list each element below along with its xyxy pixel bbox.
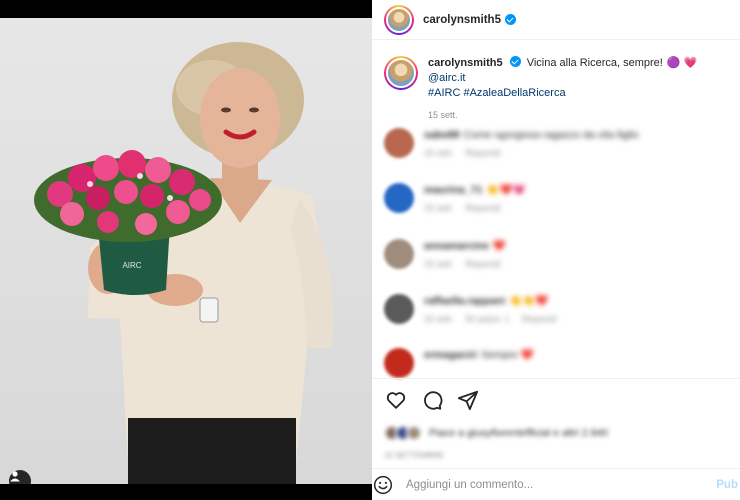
- comment-time: 15 sett.: [424, 203, 454, 213]
- post-photo: AIRC: [34, 42, 334, 484]
- actions-divider: [372, 378, 740, 379]
- comment-avatar[interactable]: [384, 239, 414, 269]
- caption-verified-badge-icon: [509, 56, 521, 67]
- comment-item: ermagaciri Sempre ❤️: [384, 348, 734, 378]
- comment-likes[interactable]: 50 piace: 1: [466, 314, 510, 324]
- comment-item: maurina_71 👏❤️💗 15 sett. Rispondi: [384, 183, 734, 213]
- caption-username[interactable]: carolynsmith5: [428, 57, 503, 69]
- top-letterbox: [0, 0, 372, 18]
- post-side-panel: carolynsmith5 carolynsmith5 Vicina alla …: [372, 0, 740, 500]
- comment-reply-button[interactable]: Rispondi: [466, 148, 501, 158]
- azalea-flowers: [34, 150, 222, 242]
- comment-avatar[interactable]: [384, 294, 414, 324]
- comment-avatar[interactable]: [384, 348, 414, 378]
- emoji-button[interactable]: [372, 474, 394, 496]
- post-date: 15 SETTEMBRE: [384, 451, 445, 460]
- comment-item: annamarcine ❤️ 15 sett. Rispondi: [384, 239, 734, 269]
- pants: [128, 418, 296, 484]
- comment-reply-button[interactable]: Rispondi: [466, 259, 501, 269]
- comment-username[interactable]: sabe88: [424, 129, 460, 141]
- comment-reply-button[interactable]: Rispondi: [466, 203, 501, 213]
- comment-avatar[interactable]: [384, 183, 414, 213]
- bottom-letterbox: [0, 484, 372, 500]
- comment-text: 👏❤️💗: [486, 184, 526, 196]
- comment-text: ❤️: [492, 240, 506, 252]
- comment-time: 15 sett.: [424, 314, 454, 324]
- caption-timestamp[interactable]: 15 sett.: [428, 108, 734, 123]
- comment-button[interactable]: [420, 388, 444, 412]
- comment-time: 15 sett.: [424, 259, 454, 269]
- share-icon: [457, 390, 479, 411]
- heart-icon: [386, 392, 406, 409]
- comment-text: 👏👏❤️: [509, 295, 549, 307]
- verified-badge-icon: [504, 14, 516, 25]
- post-header: carolynsmith5: [372, 0, 740, 40]
- comment-item: sabe88 Come sgorgiosa ragazzo da vita fig…: [384, 128, 734, 158]
- liker-avatar: [406, 425, 422, 441]
- likes-summary[interactable]: Piace a giusyfiorentefficial e altri 2.9…: [384, 425, 608, 441]
- post-actions: [384, 388, 480, 412]
- likes-text[interactable]: Piace a giusyfiorentefficial e altri 2.9…: [429, 427, 608, 439]
- comment-username[interactable]: ermagaciri: [424, 349, 477, 361]
- comment-text: Come sgorgiosa ragazzo da vita figlio: [463, 129, 639, 141]
- author-avatar[interactable]: [384, 4, 414, 35]
- comment-username[interactable]: maurina_71: [424, 184, 482, 196]
- comment-username[interactable]: raffaella.rappani: [424, 295, 505, 307]
- caption-avatar[interactable]: [384, 56, 418, 90]
- comment-avatar[interactable]: [384, 128, 414, 158]
- user-tag-icon: [10, 471, 20, 482]
- caption-mention-link[interactable]: @airc.it: [428, 72, 465, 84]
- post-image[interactable]: AIRC: [0, 18, 372, 484]
- share-button[interactable]: [456, 388, 480, 412]
- comment-composer: Pub: [372, 468, 740, 500]
- like-button[interactable]: [384, 388, 408, 412]
- comment-icon: [424, 391, 443, 410]
- face: [200, 68, 280, 168]
- comment-input[interactable]: [406, 478, 686, 491]
- comment-text: Sempre ❤️: [481, 349, 534, 361]
- caption-emojis: 🟣 💗: [666, 57, 698, 69]
- publish-button[interactable]: Pub: [716, 479, 738, 491]
- comment-item: raffaella.rappani 👏👏❤️ 15 sett. 50 piace: …: [384, 294, 734, 324]
- pot-logo-text: AIRC: [122, 261, 141, 270]
- comment-reply-button[interactable]: Rispondi: [522, 314, 557, 324]
- emoji-icon: [373, 475, 393, 494]
- post-caption: carolynsmith5 Vicina alla Ricerca, sempr…: [384, 56, 734, 123]
- comment-time: 15 sett.: [424, 148, 454, 158]
- caption-hashtags[interactable]: #AIRC #AzaleaDellaRicerca: [428, 87, 566, 99]
- comment-username[interactable]: annamarcine: [424, 240, 489, 252]
- caption-text: Vicina alla Ricerca, sempre!: [526, 57, 663, 69]
- author-username[interactable]: carolynsmith5: [423, 14, 501, 26]
